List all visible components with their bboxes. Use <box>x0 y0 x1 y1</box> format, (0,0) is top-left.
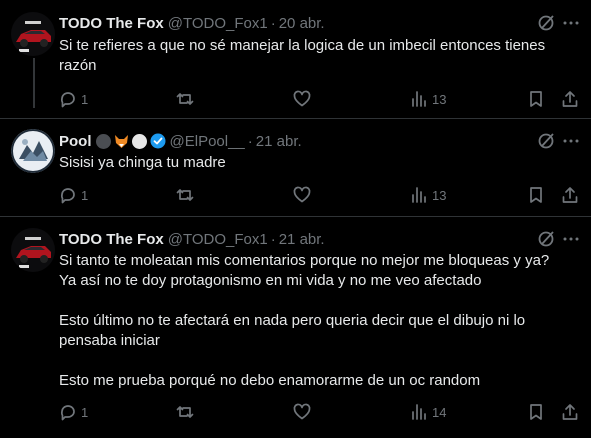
like-button[interactable] <box>293 89 311 109</box>
heart-icon <box>293 186 311 203</box>
verified-badge-icon <box>150 133 166 149</box>
tweet-line: Sisisi ya chinga tu madre <box>59 154 226 171</box>
separator-dot: · <box>270 14 276 32</box>
retweet-button[interactable] <box>176 402 194 422</box>
reply-button[interactable]: 1 <box>59 89 88 109</box>
more-icon[interactable] <box>561 131 581 151</box>
handle[interactable]: @TODO_Fox1 <box>168 15 268 32</box>
retweet-button[interactable] <box>176 185 194 205</box>
tweet-line: pensaba iniciar <box>59 332 160 349</box>
reply-button[interactable]: 1 <box>59 185 88 205</box>
views-count: 13 <box>432 91 447 107</box>
share-button[interactable] <box>561 185 579 205</box>
grok-icon[interactable] <box>537 229 557 249</box>
tweet-line: Ya así no te doy protagonismo en mi vida… <box>59 272 482 289</box>
views-icon <box>412 404 426 420</box>
tweet-1[interactable]: TODO The Fox @TODO_Fox1 · 20 abr. Si te … <box>0 0 591 118</box>
tweet-line: Esto último no te afectará en nada pero … <box>59 312 526 329</box>
share-icon <box>562 91 578 107</box>
reply-count: 1 <box>81 404 89 420</box>
share-button[interactable] <box>561 402 579 422</box>
reply-count: 1 <box>81 91 89 107</box>
bookmark-icon <box>530 91 542 107</box>
heart-icon <box>293 90 311 107</box>
like-button[interactable] <box>293 185 311 205</box>
more-icon[interactable] <box>561 13 581 33</box>
more-icon[interactable] <box>561 229 581 249</box>
reply-icon <box>60 188 75 204</box>
action-bar: 1 14 <box>59 402 579 422</box>
tweet-text: Si tanto te moleatan mis comentarios por… <box>59 251 579 391</box>
reply-icon <box>60 405 75 421</box>
tweet-text: Si te refieres a que no sé manejar la lo… <box>59 36 579 76</box>
avatar[interactable] <box>11 129 55 173</box>
views-count: 14 <box>432 404 447 420</box>
reply-count: 1 <box>81 187 89 203</box>
retweet-button[interactable] <box>176 89 194 109</box>
avatar[interactable] <box>11 12 55 56</box>
views-button[interactable]: 14 <box>410 402 446 422</box>
handle[interactable]: @TODO_Fox1 <box>168 231 268 248</box>
tweet-line: Si te refieres a que no sé manejar la lo… <box>59 37 546 54</box>
like-button[interactable] <box>293 402 311 422</box>
reply-button[interactable]: 1 <box>59 402 88 422</box>
white-circle-emoji <box>131 133 147 149</box>
bookmark-button[interactable] <box>527 402 545 422</box>
bookmark-button[interactable] <box>527 89 545 109</box>
dark-circle-emoji <box>95 133 111 149</box>
views-button[interactable]: 13 <box>410 89 446 109</box>
views-count: 13 <box>432 187 447 203</box>
separator-dot: · <box>270 230 276 248</box>
reply-icon <box>60 92 75 108</box>
display-name[interactable]: TODO The Fox <box>59 15 164 32</box>
heart-icon <box>293 403 311 420</box>
bookmark-icon <box>530 404 542 420</box>
handle[interactable]: @ElPool__ <box>170 133 245 150</box>
display-name[interactable]: Pool <box>59 133 92 150</box>
retweet-icon <box>176 93 194 105</box>
tweet-3[interactable]: TODO The Fox @TODO_Fox1 · 21 abr. Si tan… <box>0 217 591 438</box>
tweet-line: razón <box>59 57 97 74</box>
share-icon <box>562 187 578 203</box>
share-button[interactable] <box>561 89 579 109</box>
tweet-line: Si tanto te moleatan mis comentarios por… <box>59 252 550 269</box>
action-bar: 1 13 <box>59 89 579 109</box>
avatar[interactable] <box>11 228 55 272</box>
tweet-date[interactable]: 20 abr. <box>279 15 325 32</box>
tweet-date[interactable]: 21 abr. <box>256 133 302 150</box>
tweet-date[interactable]: 21 abr. <box>279 231 325 248</box>
share-icon <box>562 404 578 420</box>
bookmark-icon <box>530 187 542 203</box>
views-button[interactable]: 13 <box>410 185 446 205</box>
retweet-icon <box>176 406 194 418</box>
tweet-2[interactable]: Pool @ElPool__ · 21 abr. Sisisi ya ching… <box>0 119 591 216</box>
tweet-line: Esto me prueba porqué no debo enamorarme… <box>59 372 481 389</box>
separator-dot: · <box>247 132 253 150</box>
bookmark-button[interactable] <box>527 185 545 205</box>
fox-emoji <box>114 134 129 149</box>
grok-icon[interactable] <box>537 13 557 33</box>
grok-icon[interactable] <box>537 131 557 151</box>
views-icon <box>412 91 426 107</box>
tweet-text: Sisisi ya chinga tu madre <box>59 153 579 173</box>
display-name[interactable]: TODO The Fox <box>59 231 164 248</box>
views-icon <box>412 187 426 203</box>
retweet-icon <box>176 189 194 201</box>
action-bar: 1 13 <box>59 185 579 205</box>
